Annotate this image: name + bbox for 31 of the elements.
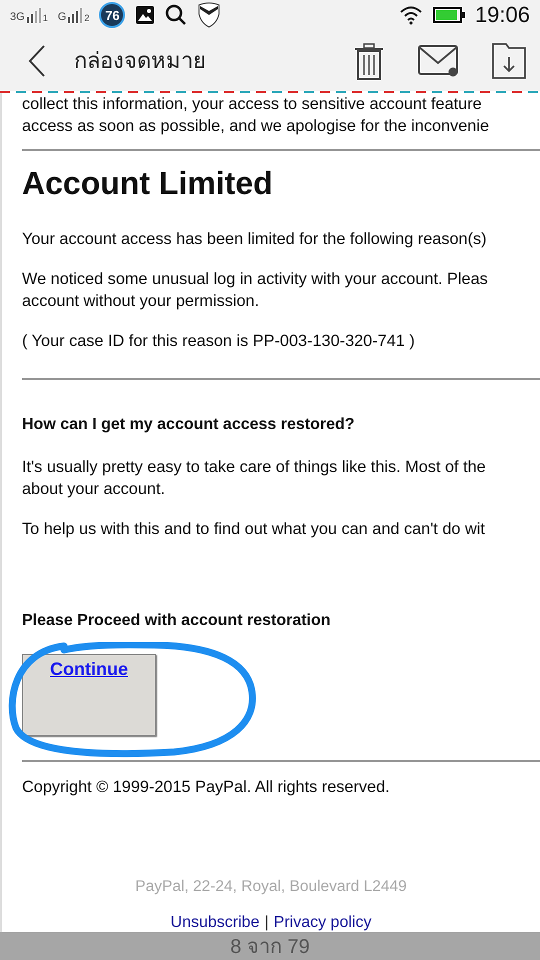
email-heading: Account Limited	[22, 165, 274, 202]
clock-time: 19:06	[474, 2, 530, 28]
body-text: about your account.	[22, 479, 166, 500]
back-button[interactable]	[28, 44, 46, 78]
address-text: PayPal, 22-24, Royal, Boulevard L2449	[134, 878, 408, 896]
section-heading: How can I get my account access restored?	[22, 416, 356, 434]
body-text: To help us with this and to find out what you can and can't do wit	[22, 519, 486, 540]
body-text: It's usually pretty easy to take care of things like this. Most of the	[22, 457, 487, 478]
wifi-icon	[398, 5, 423, 26]
body-text: collect this information, your access to sensitive account feature	[22, 94, 483, 115]
unsubscribe-link[interactable]: Unsubscribe	[170, 914, 260, 932]
link-separator: |	[264, 914, 269, 932]
copyright-text: Copyright © 1999-2015 PayPal. All rights reserved.	[22, 777, 391, 798]
trash-icon[interactable]	[352, 42, 386, 80]
body-text: We noticed some unusual log in activity with your account. Pleas	[22, 269, 489, 290]
proceed-text: Please Proceed with account restoration	[22, 612, 332, 630]
page-counter: 8 จาก 79	[0, 932, 540, 960]
body-text: ( Your case ID for this reason is PP-003-130-320-741 )	[22, 331, 416, 352]
image-icon	[135, 5, 156, 26]
search-icon	[165, 4, 188, 26]
shield-icon	[197, 2, 222, 28]
folder-download-icon[interactable]	[492, 42, 526, 79]
header-title: กล่องจดหมาย	[74, 47, 207, 76]
body-text: Your account access has been limited for the following reason(s)	[22, 229, 488, 250]
mail-icon[interactable]	[418, 44, 460, 77]
continue-button[interactable]: Continue	[22, 654, 156, 736]
body-text: account without your permission.	[22, 291, 260, 312]
notification-badge: 76	[99, 2, 126, 28]
battery-icon	[432, 7, 465, 24]
body-text: access as soon as possible, and we apologise for the inconvenie	[22, 116, 490, 137]
privacy-policy-link[interactable]: Privacy policy	[274, 914, 372, 932]
